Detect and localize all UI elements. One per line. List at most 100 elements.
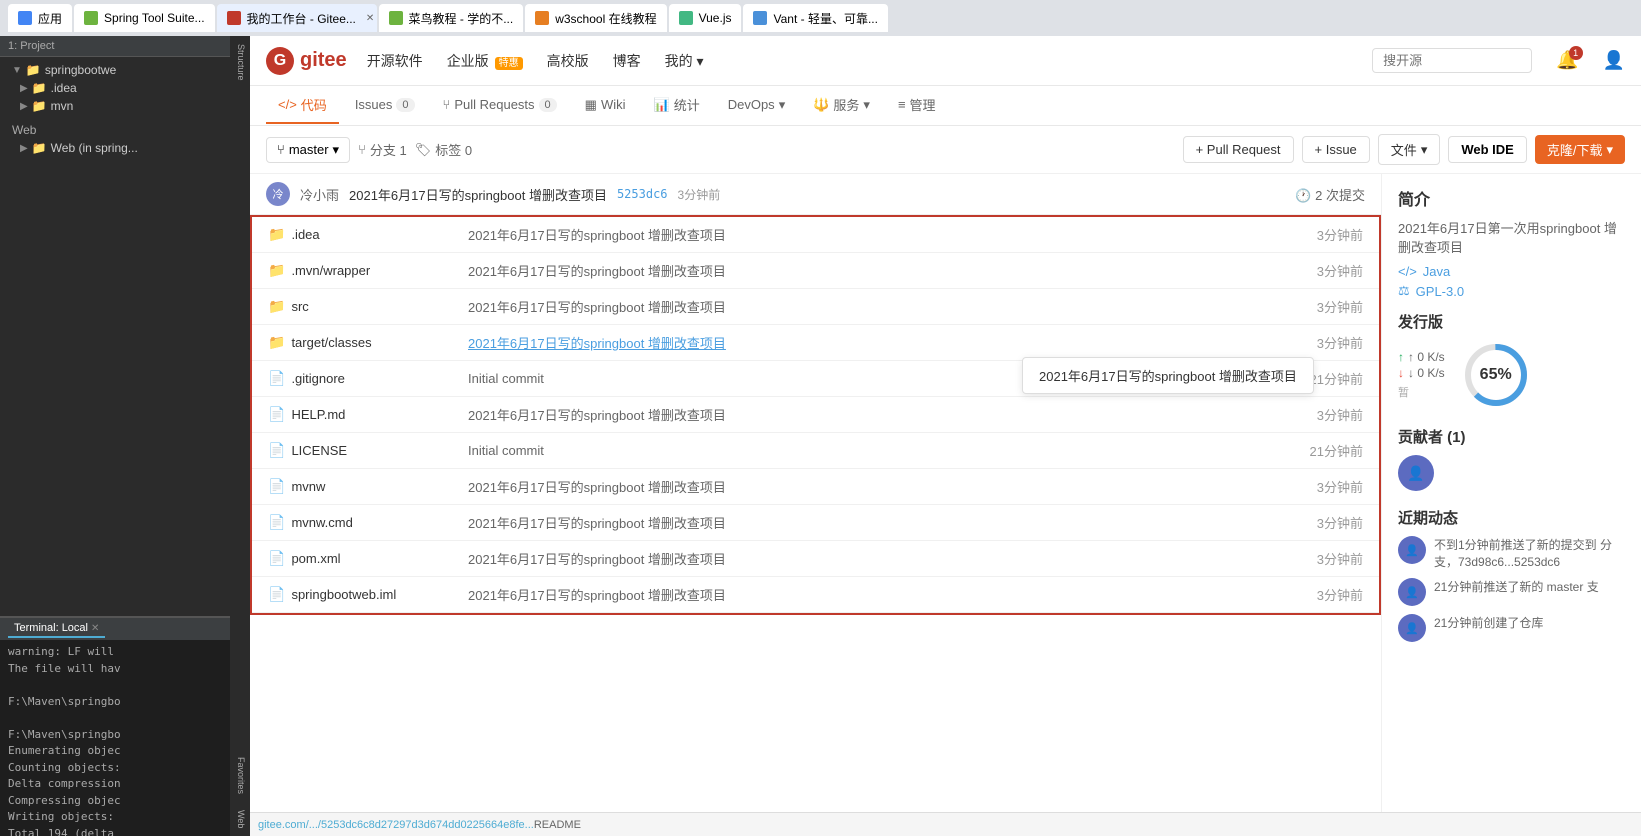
file-commit-link[interactable]: 2021年6月17日写的springboot 增删改查项目 — [468, 336, 726, 351]
file-name[interactable]: 📁 src — [268, 298, 436, 315]
file-name[interactable]: 📁 .mvn/wrapper — [268, 262, 436, 279]
tab-devops[interactable]: DevOps ▾ — [716, 89, 798, 123]
tab-manage[interactable]: ≡ 管理 — [886, 87, 948, 124]
upload-stat: ↑ ↑ 0 K/s — [1398, 350, 1445, 364]
folder-icon: 📁 — [268, 334, 285, 351]
issue-button[interactable]: + Issue — [1302, 136, 1370, 163]
terminal-line — [8, 677, 222, 694]
tree-item-root[interactable]: ▼ 📁 springbootwe — [0, 61, 230, 79]
tab-icon — [679, 11, 693, 25]
strip-structure[interactable]: Structure — [232, 40, 248, 85]
tab-close-icon[interactable]: ✕ — [366, 13, 374, 24]
file-icon: 📄 — [268, 550, 285, 567]
nav-user-icon[interactable]: 👤 — [1603, 50, 1625, 71]
tree-label: Web — [12, 123, 36, 137]
branch-button[interactable]: ⑂ master ▾ — [266, 137, 350, 163]
tab-code[interactable]: </> 代码 — [266, 87, 339, 124]
recent-avatar: 👤 — [1398, 578, 1426, 606]
tab-spring[interactable]: Spring Tool Suite... — [74, 4, 215, 32]
file-commit-msg: 2021年6月17日写的springboot 增删改查项目 — [468, 552, 726, 567]
tab-issues[interactable]: Issues 0 — [343, 89, 427, 122]
tab-vue[interactable]: Vue.js — [669, 4, 742, 32]
tree-item-mvn[interactable]: ▶ 📁 mvn — [0, 97, 230, 115]
file-name[interactable]: 📄 LICENSE — [268, 442, 436, 459]
repo-main: 冷 冷小雨 2021年6月17日写的springboot 增删改查项目 5253… — [250, 174, 1381, 812]
contributor-avatar[interactable]: 👤 — [1398, 455, 1434, 491]
terminal-close-icon[interactable]: ✕ — [91, 623, 99, 634]
nav-search-input[interactable] — [1372, 48, 1532, 73]
license-meta: ⚖ GPL-3.0 — [1398, 283, 1625, 299]
download-stat: ↓ ↓ 0 K/s — [1398, 366, 1445, 380]
ide-sidebar-header: 1: Project — [0, 36, 230, 57]
folder-icon: 📁 — [268, 226, 285, 243]
tab-pr-label: Pull Requests — [454, 97, 534, 112]
strip-favorites[interactable]: Favorites — [232, 753, 248, 798]
file-name[interactable]: 📄 pom.xml — [268, 550, 436, 567]
nav-search-container — [1372, 48, 1532, 73]
terminal-line: F:\Maven\springbo — [8, 727, 222, 744]
file-name[interactable]: 📄 springbootweb.iml — [268, 586, 436, 603]
tab-wiki[interactable]: ▦ Wiki — [573, 89, 638, 123]
file-label: HELP.md — [291, 407, 345, 422]
commit-hash[interactable]: 5253dc6 — [617, 187, 668, 201]
file-name[interactable]: 📄 mvnw — [268, 478, 436, 495]
file-name[interactable]: 📄 .gitignore — [268, 370, 436, 387]
tab-label: Vue.js — [699, 11, 732, 25]
tab-gitee[interactable]: 我的工作台 - Gitee... ✕ — [217, 4, 377, 32]
nav-campus[interactable]: 高校版 — [543, 51, 593, 71]
nav-blog[interactable]: 博客 — [609, 51, 645, 71]
tab-label: 我的工作台 - Gitee... — [247, 10, 356, 27]
file-label: springbootweb.iml — [291, 587, 396, 602]
nav-bell[interactable]: 🔔 1 — [1556, 50, 1578, 71]
file-button[interactable]: 文件 ▾ — [1378, 134, 1441, 165]
terminal-tab-local[interactable]: Terminal: Local ✕ — [8, 620, 105, 638]
tab-icon — [227, 11, 241, 25]
tree-item-web-spring[interactable]: ▶ 📁 Web (in spring... — [0, 139, 230, 157]
file-name[interactable]: 📁 .idea — [268, 226, 436, 243]
tree-item-web[interactable]: Web — [0, 115, 230, 139]
tab-runoob[interactable]: 菜鸟教程 - 学的不... — [379, 4, 524, 32]
terminal-header: Terminal: Local ✕ — [0, 618, 230, 640]
tab-stats[interactable]: 📊 统计 — [642, 87, 712, 124]
commit-author: 冷小雨 — [300, 185, 339, 204]
file-name[interactable]: 📁 target/classes — [268, 334, 436, 351]
file-commit-msg: Initial commit — [468, 371, 544, 386]
tree-item-idea[interactable]: ▶ 📁 .idea — [0, 79, 230, 97]
nav-mine[interactable]: 我的 ▾ — [661, 51, 708, 71]
arrow-icon: ▶ — [20, 143, 28, 154]
file-name[interactable]: 📄 HELP.md — [268, 406, 436, 423]
recent-avatar: 👤 — [1398, 536, 1426, 564]
folder-icon: 📁 — [32, 99, 47, 113]
strip-web[interactable]: Web — [232, 806, 248, 832]
tab-wiki-icon: ▦ — [585, 97, 597, 113]
tab-code-label: 代码 — [301, 95, 327, 114]
tab-w3school[interactable]: w3school 在线教程 — [525, 4, 666, 32]
file-name[interactable]: 📄 mvnw.cmd — [268, 514, 436, 531]
tab-pr[interactable]: ⑂ Pull Requests 0 — [431, 89, 569, 122]
nav-enterprise[interactable]: 企业版 特惠 — [443, 51, 527, 71]
file-commit-msg: 2021年6月17日写的springboot 增删改查项目 — [468, 228, 726, 243]
tab-stats-label: 统计 — [674, 95, 700, 114]
tab-services[interactable]: 🔱 服务 ▾ — [801, 87, 882, 124]
terminal-body[interactable]: warning: LF will The file will hav F:\Ma… — [0, 640, 230, 836]
file-commit-msg: 2021年6月17日写的springboot 增删改查项目 — [468, 480, 726, 495]
file-label: target/classes — [291, 335, 371, 350]
list-item: 👤 不到1分钟前推送了新的提交到 分支，73d98c6...5253dc6 — [1398, 536, 1625, 570]
clone-button[interactable]: 克隆/下载 ▾ — [1535, 135, 1625, 164]
terminal-line: Total 194 (delta — [8, 826, 222, 836]
table-row: 📄 LICENSE Initial commit 21分钟前 — [252, 433, 1379, 469]
tab-apps[interactable]: 应用 — [8, 4, 72, 32]
table-row: 📁 src 2021年6月17日写的springboot 增删改查项目 3分钟前 — [252, 289, 1379, 325]
pull-request-button[interactable]: + Pull Request — [1183, 136, 1294, 163]
gitee-logo[interactable]: G gitee — [266, 47, 347, 75]
file-label: .gitignore — [291, 371, 344, 386]
web-ide-button[interactable]: Web IDE — [1448, 136, 1527, 163]
tab-manage-label: 管理 — [910, 95, 936, 114]
release-percent-label: 65% — [1480, 366, 1512, 384]
terminal-line: F:\Maven\springbo — [8, 694, 222, 711]
intro-desc: 2021年6月17日第一次用springboot 增删改查项目 — [1398, 218, 1625, 256]
nav-opensource[interactable]: 开源软件 — [363, 51, 427, 71]
recent-item-text: 不到1分钟前推送了新的提交到 分支，73d98c6...5253dc6 — [1434, 536, 1625, 570]
tab-vant[interactable]: Vant - 轻量、可靠... — [743, 4, 887, 32]
file-time: 3分钟前 — [1168, 541, 1379, 577]
